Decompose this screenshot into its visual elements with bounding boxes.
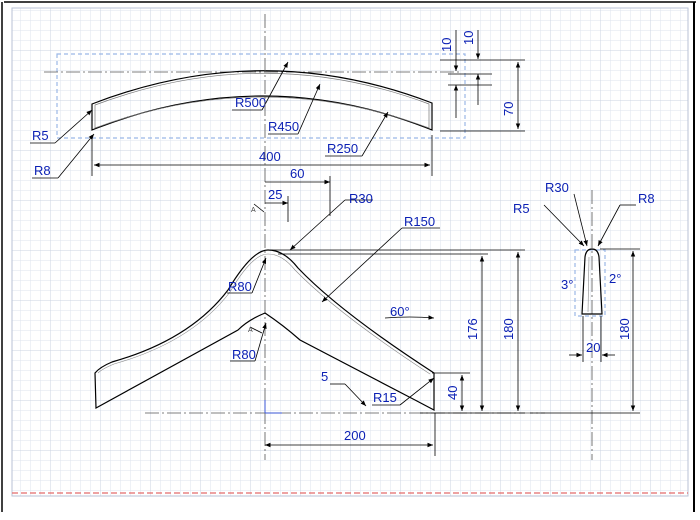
label-height-70[interactable]: 70 <box>501 102 516 116</box>
label-offset-10b[interactable]: 10 <box>461 31 476 45</box>
label-r5-side[interactable]: R5 <box>513 201 530 216</box>
label-height-180-side[interactable]: 180 <box>617 318 632 340</box>
label-shoulder-60[interactable]: 60 <box>290 166 304 181</box>
label-width-20[interactable]: 20 <box>586 340 600 355</box>
label-chamfer-5[interactable]: 5 <box>321 369 328 384</box>
label-r30-front[interactable]: R30 <box>349 191 373 206</box>
drawing-sheet: R5 R8 R500 R450 R250 400 70 10 10 R30 R1… <box>0 0 700 515</box>
label-angle-60[interactable]: 60° <box>390 304 410 319</box>
label-r30-side[interactable]: R30 <box>545 180 569 195</box>
label-angle-3[interactable]: 3° <box>561 277 573 292</box>
label-width-25[interactable]: 25 <box>268 187 282 202</box>
label-r5-top[interactable]: R5 <box>32 128 49 143</box>
label-height-40[interactable]: 40 <box>445 386 460 400</box>
label-r150[interactable]: R150 <box>404 214 435 229</box>
drawing-canvas[interactable]: R5 R8 R500 R450 R250 400 70 10 10 R30 R1… <box>0 0 700 515</box>
label-r500[interactable]: R500 <box>235 95 266 110</box>
label-angle-2[interactable]: 2° <box>609 271 621 286</box>
label-height-180-front[interactable]: 180 <box>501 318 516 340</box>
label-r450[interactable]: R450 <box>268 119 299 134</box>
label-offset-10a[interactable]: 10 <box>439 38 454 52</box>
label-r8-top[interactable]: R8 <box>34 163 51 178</box>
label-width-400[interactable]: 400 <box>259 149 281 164</box>
label-r250[interactable]: R250 <box>327 141 358 156</box>
surface-tag-a-lower: A <box>248 327 253 334</box>
surface-tag-a-upper: A <box>251 207 256 214</box>
label-height-176[interactable]: 176 <box>465 318 480 340</box>
label-r8-side[interactable]: R8 <box>638 191 655 206</box>
label-r80-upper[interactable]: R80 <box>228 279 252 294</box>
label-half-width-200[interactable]: 200 <box>344 428 366 443</box>
label-r15[interactable]: R15 <box>373 390 397 405</box>
label-r80-lower[interactable]: R80 <box>232 347 256 362</box>
